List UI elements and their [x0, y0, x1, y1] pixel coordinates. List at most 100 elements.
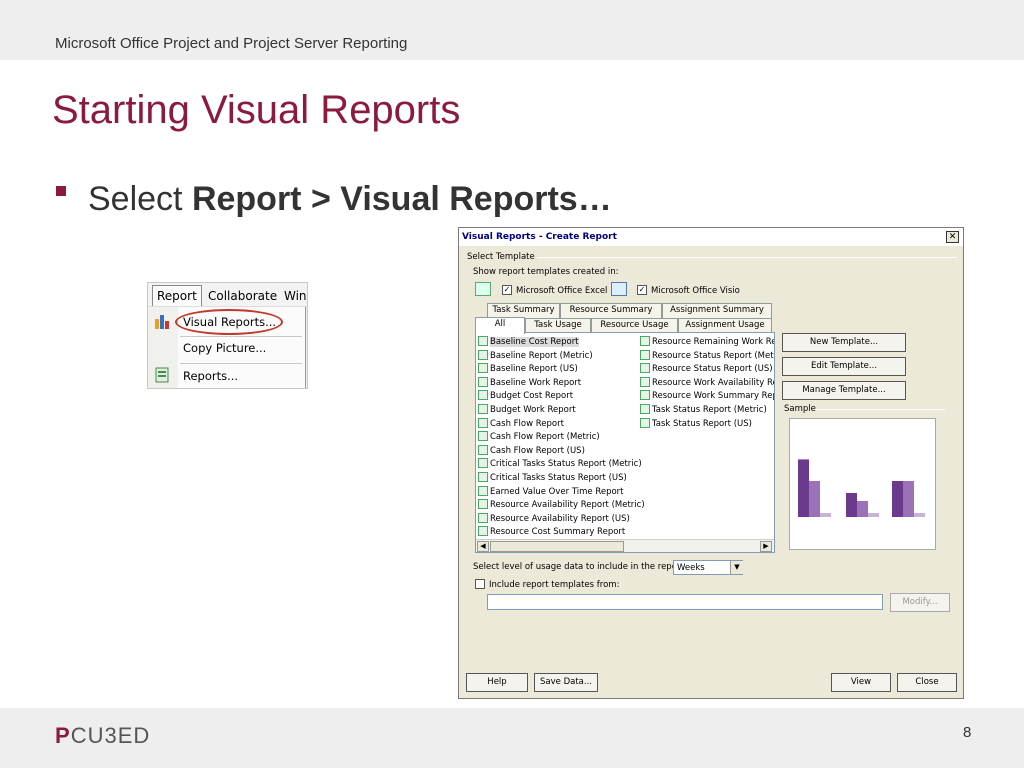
tab-assignment-summary[interactable]: Assignment Summary [662, 303, 772, 318]
template-path-input[interactable] [487, 594, 883, 610]
list-item-label: Resource Work Availability Rep [652, 377, 775, 388]
report-dropdown: Visual Reports... Copy Picture... Report… [148, 307, 306, 388]
list-item-label: Baseline Cost Report [490, 337, 579, 347]
excel-template-icon [478, 417, 488, 428]
list-item[interactable]: Budget Cost Report [478, 390, 573, 403]
list-item-label: Critical Tasks Status Report (Metric) [490, 459, 642, 470]
visual-reports-dialog: Visual Reports - Create Report ✕ Select … [458, 227, 964, 699]
chevron-down-icon[interactable]: ▼ [730, 561, 743, 574]
menu-collaborate[interactable]: Collaborate [208, 289, 277, 303]
list-item[interactable]: Cash Flow Report (Metric) [478, 431, 600, 444]
list-item-label: Baseline Work Report [490, 377, 582, 388]
list-item[interactable]: Resource Availability Report (Metric) [478, 499, 645, 512]
sample-bar [857, 501, 868, 517]
excel-template-icon [640, 376, 650, 387]
list-item[interactable]: Baseline Report (US) [478, 363, 578, 376]
tab-resource-usage[interactable]: Resource Usage [591, 318, 678, 333]
excel-template-icon [640, 336, 650, 346]
tab-all[interactable]: All [475, 317, 525, 334]
excel-template-icon [478, 349, 488, 360]
horizontal-scrollbar[interactable]: ◀ ▶ [476, 539, 774, 552]
usage-level-value: Weeks [677, 563, 705, 573]
sample-bar [820, 513, 831, 517]
scroll-thumb[interactable] [490, 541, 624, 552]
excel-template-icon [478, 431, 488, 442]
close-icon[interactable]: ✕ [946, 231, 959, 243]
list-item[interactable]: Cash Flow Report [478, 417, 564, 431]
list-item[interactable]: Resource Remaining Work Rep [640, 336, 775, 349]
list-item[interactable]: Task Status Report (Metric) [640, 404, 767, 417]
show-templates-label: Show report templates created in: [473, 267, 619, 277]
save-data-button[interactable]: Save Data... [534, 673, 598, 692]
list-item[interactable]: Critical Tasks Status Report (US) [478, 472, 627, 485]
visio-checkbox[interactable]: ✓ [637, 285, 647, 295]
menu-separator [180, 363, 302, 364]
list-item-label: Task Status Report (Metric) [652, 405, 767, 415]
list-item-label: Cash Flow Report [490, 418, 564, 429]
excel-template-icon [478, 472, 488, 482]
pcubed-logo: PCU3ED [55, 723, 150, 749]
template-list[interactable]: Baseline Cost Report Baseline Report (Met… [475, 332, 775, 553]
list-item-label: Cash Flow Report (Metric) [490, 432, 600, 443]
menu-report[interactable]: Report [152, 285, 202, 306]
tab-task-usage[interactable]: Task Usage [525, 318, 591, 333]
report-menu-screenshot: Report Collaborate Wind Visual Reports..… [147, 282, 308, 389]
list-item-label: Resource Availability Report (Metric) [490, 500, 645, 511]
new-template-button[interactable]: New Template... [782, 333, 906, 352]
scroll-right-icon[interactable]: ▶ [760, 541, 772, 552]
list-item-label: Resource Remaining Work Rep [652, 337, 775, 347]
list-item[interactable]: Earned Value Over Time Report [478, 485, 624, 499]
include-templates-checkbox[interactable] [475, 579, 485, 589]
excel-template-icon [478, 458, 488, 469]
menu-window[interactable]: Wind [284, 289, 307, 303]
bar-chart-icon [155, 315, 169, 329]
list-item[interactable]: Cash Flow Report (US) [478, 444, 585, 458]
dialog-title: Visual Reports - Create Report [462, 232, 617, 242]
list-item[interactable]: Resource Work Availability Rep [640, 376, 775, 390]
logo-rest: CU3ED [70, 723, 151, 748]
list-item[interactable]: Resource Status Report (US) [640, 363, 773, 376]
excel-checkbox[interactable]: ✓ [502, 285, 512, 295]
list-item[interactable]: Baseline Work Report [478, 376, 582, 390]
tab-resource-summary[interactable]: Resource Summary [560, 303, 662, 318]
sample-bar [914, 513, 925, 517]
list-item[interactable]: Task Status Report (US) [640, 417, 752, 431]
tab-task-summary[interactable]: Task Summary [487, 303, 560, 318]
list-item[interactable]: Resource Cost Summary Report [478, 526, 625, 539]
list-item[interactable]: Resource Work Summary Repo [640, 390, 774, 403]
bullet-square-icon [56, 186, 66, 196]
visio-label: Microsoft Office Visio [651, 286, 740, 296]
scroll-left-icon[interactable]: ◀ [477, 541, 489, 552]
sample-bar [868, 513, 879, 517]
edit-template-button[interactable]: Edit Template... [782, 357, 906, 376]
view-button[interactable]: View [831, 673, 891, 692]
excel-template-icon [478, 485, 488, 496]
dialog-titlebar: Visual Reports - Create Report ✕ [459, 228, 963, 246]
list-item[interactable]: Baseline Cost Report [478, 336, 579, 349]
bullet-bold: Report > Visual Reports… [191, 180, 612, 218]
copy-picture-item[interactable]: Copy Picture... [183, 341, 266, 355]
list-item[interactable]: Resource Status Report (Metri [640, 349, 774, 363]
list-item[interactable]: Critical Tasks Status Report (Metric) [478, 458, 642, 471]
slide-title: Starting Visual Reports [52, 88, 461, 132]
close-button[interactable]: Close [897, 673, 957, 692]
sample-bar [798, 459, 809, 517]
sample-label: Sample [784, 404, 816, 414]
sample-preview [789, 418, 936, 550]
list-item[interactable]: Resource Availability Report (US) [478, 512, 630, 526]
excel-template-icon [478, 526, 488, 537]
excel-template-icon [478, 336, 488, 346]
usage-level-select[interactable]: Weeks ▼ [673, 560, 743, 575]
excel-template-icon [478, 404, 488, 414]
menu-bar: Report Collaborate Wind [148, 283, 307, 307]
sample-bar [903, 481, 914, 517]
list-item-label: Budget Work Report [490, 405, 576, 415]
reports-item[interactable]: Reports... [183, 369, 238, 383]
list-item[interactable]: Budget Work Report [478, 404, 576, 417]
help-button[interactable]: Help [466, 673, 528, 692]
tab-assignment-usage[interactable]: Assignment Usage [678, 318, 772, 333]
manage-template-button[interactable]: Manage Template... [782, 381, 906, 400]
list-item[interactable]: Baseline Report (Metric) [478, 349, 593, 363]
excel-template-icon [478, 390, 488, 401]
modify-button[interactable]: Modify... [890, 593, 950, 612]
